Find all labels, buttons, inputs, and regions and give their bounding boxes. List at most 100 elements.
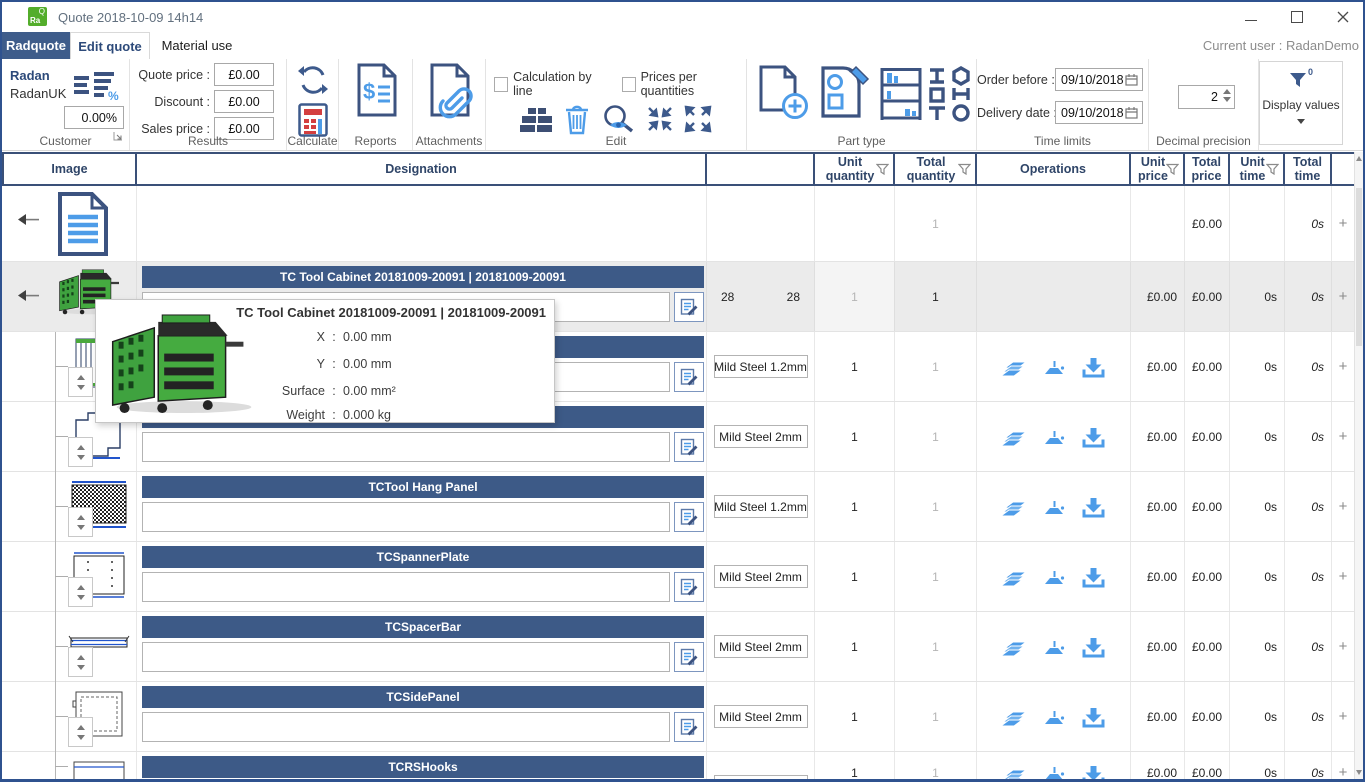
part-designation-bar[interactable]: TCSpannerPlate (142, 546, 704, 568)
export-operation-icon[interactable] (1081, 566, 1106, 588)
part-unit-quantity[interactable]: 1 (815, 472, 895, 541)
part-unit-quantity[interactable]: 1 (815, 682, 895, 751)
minimize-button[interactable] (1245, 14, 1257, 21)
header-unit-time[interactable]: Unit time (1230, 154, 1285, 184)
display-values-button[interactable]: 0 Display values (1259, 61, 1343, 145)
export-operation-icon[interactable] (1081, 426, 1106, 448)
close-button[interactable] (1337, 11, 1349, 23)
cut-operation-icon[interactable] (1001, 764, 1027, 781)
notes-button[interactable] (674, 572, 704, 602)
part-description-input[interactable] (142, 642, 670, 672)
tab-radquote[interactable]: Radquote (2, 32, 70, 59)
header-image[interactable]: Image (2, 154, 137, 184)
profiles-icon[interactable] (925, 66, 971, 127)
part-unit-quantity[interactable]: 1 (815, 402, 895, 471)
quote-price-field[interactable]: £0.00 (214, 63, 274, 86)
filter-icon[interactable] (1266, 163, 1279, 175)
material-box[interactable]: Mild Steel 1.2mm (714, 355, 808, 378)
material-box[interactable]: Mild Steel 2mm (714, 775, 808, 781)
export-operation-icon[interactable] (1081, 496, 1106, 518)
bend-operation-icon[interactable] (1042, 638, 1066, 656)
quote-root-row[interactable]: 1 £0.00 0s + (2, 186, 1354, 262)
part-description-input[interactable] (142, 432, 670, 462)
spin-down-icon[interactable] (1223, 97, 1231, 102)
notes-button[interactable] (674, 502, 704, 532)
quantity-stepper[interactable] (68, 367, 93, 397)
add-operation-button[interactable]: + (1332, 402, 1354, 471)
add-operation-button[interactable]: + (1332, 262, 1354, 331)
quantity-stepper[interactable] (68, 507, 93, 537)
cut-operation-icon[interactable] (1001, 566, 1027, 588)
order-before-field[interactable]: 09/10/2018 (1055, 68, 1143, 91)
material-box[interactable]: Mild Steel 2mm (714, 705, 808, 728)
maximize-button[interactable] (1291, 11, 1303, 23)
filter-icon[interactable] (876, 163, 889, 175)
part-unit-quantity[interactable]: 1 (815, 612, 895, 681)
assembly-designation-bar[interactable]: TC Tool Cabinet 20181009-20091 | 2018100… (142, 266, 704, 288)
export-operation-icon[interactable] (1081, 636, 1106, 658)
add-part-icon[interactable] (757, 64, 809, 127)
header-unit-quantity[interactable]: Unit quantity (815, 154, 895, 184)
filter-icon[interactable] (958, 163, 971, 175)
recalculate-icon[interactable] (296, 63, 330, 102)
collapse-arrow-icon[interactable] (17, 288, 41, 303)
scroll-up-icon[interactable] (1356, 156, 1362, 161)
notes-button[interactable] (674, 712, 704, 742)
header-designation[interactable]: Designation (137, 154, 707, 184)
notes-button[interactable] (674, 292, 704, 322)
quote-document-icon[interactable] (54, 191, 112, 257)
part-row[interactable]: TCTool Hang Panel Mild Steel 1.2mm 1 1 £… (2, 472, 1354, 542)
add-operation-button[interactable]: + (1332, 752, 1354, 781)
part-designation-bar[interactable]: TCSpacerBar (142, 616, 704, 638)
reports-icon[interactable]: $ (354, 63, 400, 124)
add-operation-button[interactable]: + (1332, 472, 1354, 541)
part-designation-bar[interactable]: TCSidePanel (142, 686, 704, 708)
add-operation-button[interactable]: + (1332, 186, 1354, 261)
header-total-quantity[interactable]: Total quantity (895, 154, 977, 184)
bend-operation-icon[interactable] (1042, 428, 1066, 446)
material-box[interactable]: Mild Steel 2mm (714, 635, 808, 658)
customer-discount-icon[interactable]: % (74, 70, 120, 107)
part-row[interactable]: TCSpacerBar Mild Steel 2mm 1 1 £0.00 £0.… (2, 612, 1354, 682)
cut-operation-icon[interactable] (1001, 496, 1027, 518)
cut-operation-icon[interactable] (1001, 636, 1027, 658)
material-box[interactable]: Mild Steel 2mm (714, 565, 808, 588)
part-row[interactable]: TCRSHooks Mild Steel 2mm 1 1 £0.00 £0.00… (2, 752, 1354, 781)
quantity-stepper[interactable] (68, 647, 93, 677)
vertical-scrollbar[interactable] (1354, 152, 1363, 779)
part-unit-quantity[interactable]: 1 (815, 332, 895, 401)
scroll-down-icon[interactable] (1356, 770, 1362, 775)
edit-part-icon[interactable] (817, 64, 873, 127)
part-description-input[interactable] (142, 572, 670, 602)
part-description-input[interactable] (142, 502, 670, 532)
notes-button[interactable] (674, 642, 704, 672)
header-unit-price[interactable]: Unit price (1131, 154, 1185, 184)
customer-discount-field[interactable]: 0.00% (64, 106, 124, 129)
notes-button[interactable] (674, 362, 704, 392)
part-thumbnail[interactable] (68, 758, 130, 781)
part-row[interactable]: TCSidePanel Mild Steel 2mm 1 1 £0.00 £0.… (2, 682, 1354, 752)
bend-operation-icon[interactable] (1042, 764, 1066, 781)
cut-operation-icon[interactable] (1001, 356, 1027, 378)
prices-per-quantities-checkbox[interactable] (622, 77, 636, 92)
delivery-date-field[interactable]: 09/10/2018 (1055, 101, 1143, 124)
bend-operation-icon[interactable] (1042, 708, 1066, 726)
calculation-by-line-checkbox[interactable] (494, 77, 508, 92)
part-unit-quantity[interactable]: 1 (815, 752, 895, 781)
header-material[interactable] (707, 154, 815, 184)
bend-operation-icon[interactable] (1042, 568, 1066, 586)
quantity-stepper[interactable] (68, 717, 93, 747)
discount-field[interactable]: £0.00 (214, 90, 274, 113)
attachments-icon[interactable] (427, 63, 473, 124)
cut-operation-icon[interactable] (1001, 426, 1027, 448)
decimal-precision-field[interactable]: 2 (1178, 85, 1235, 109)
part-description-input[interactable] (142, 712, 670, 742)
part-row[interactable]: TCSpannerPlate Mild Steel 2mm 1 1 £0.00 … (2, 542, 1354, 612)
header-total-time[interactable]: Total time (1285, 154, 1332, 184)
material-box[interactable]: Mild Steel 1.2mm (714, 495, 808, 518)
export-operation-icon[interactable] (1081, 706, 1106, 728)
spin-up-icon[interactable] (1223, 89, 1231, 94)
stock-shelf-icon[interactable] (879, 66, 923, 127)
collapse-arrow-icon[interactable] (17, 212, 41, 227)
quantity-stepper[interactable] (68, 437, 93, 467)
